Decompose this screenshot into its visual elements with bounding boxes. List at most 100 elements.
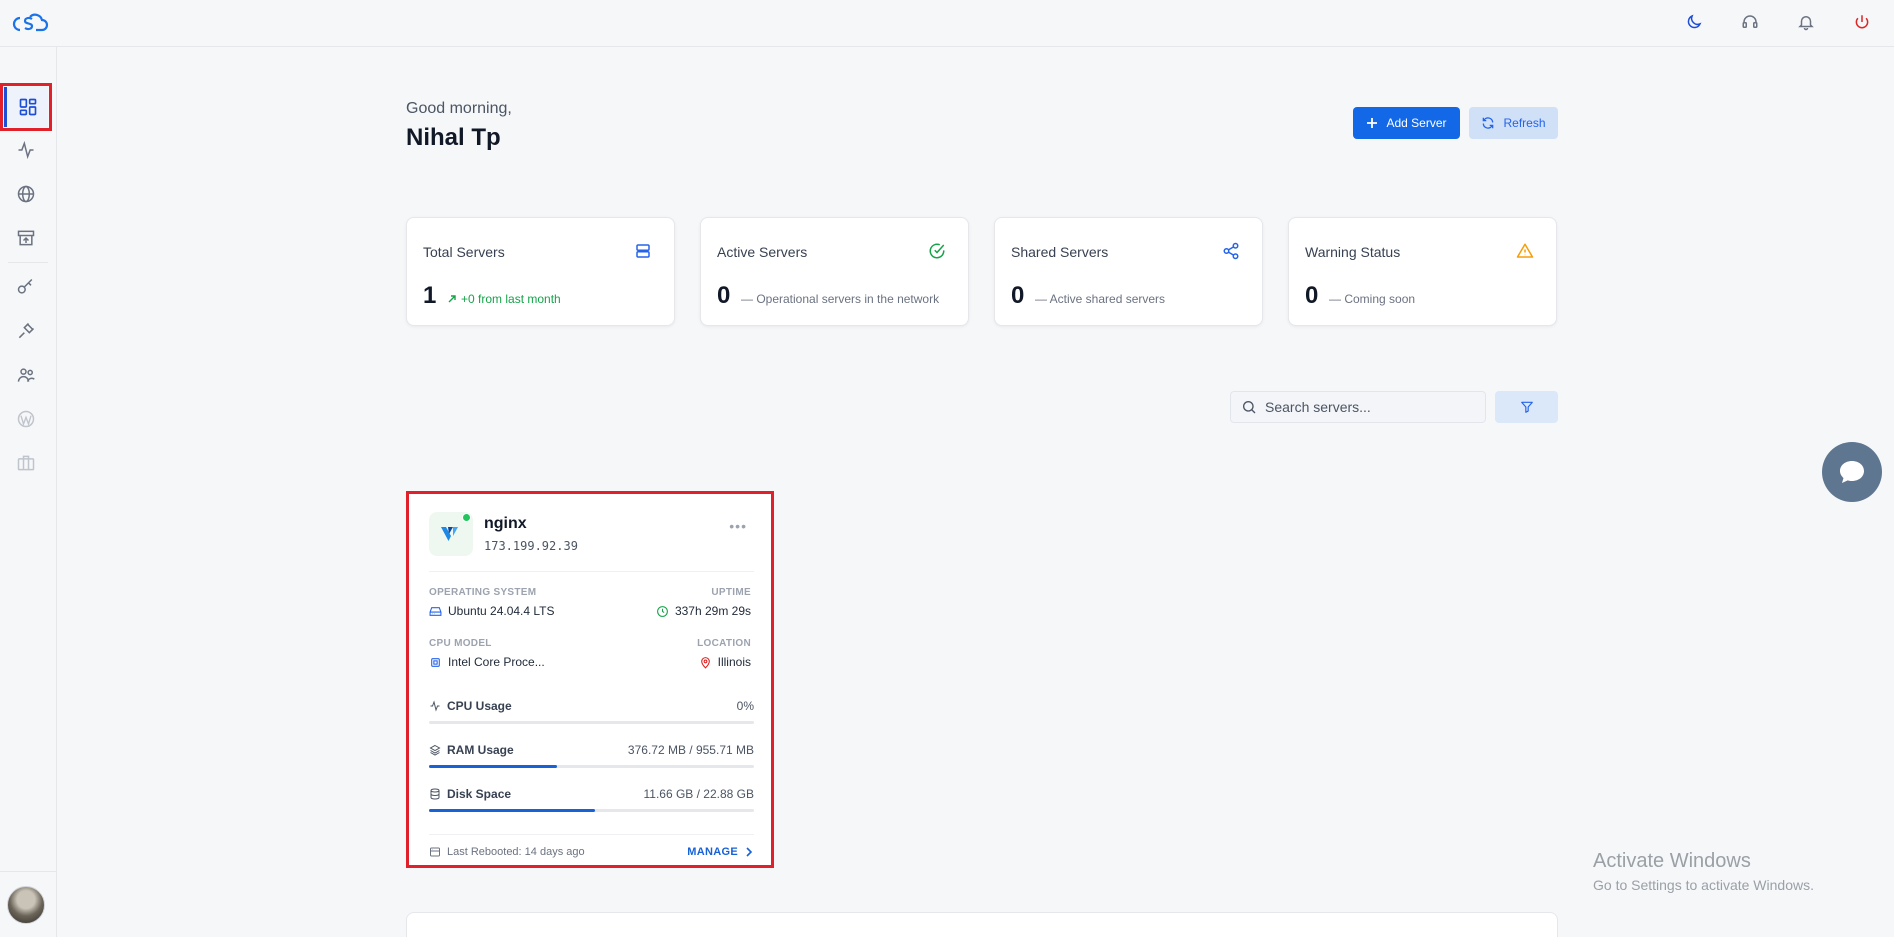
plus-icon xyxy=(1367,118,1378,128)
stat-title: Warning Status xyxy=(1305,244,1401,260)
dark-mode-moon-icon[interactable] xyxy=(1682,10,1706,34)
online-status-dot xyxy=(462,513,471,522)
os-value-text: Ubuntu 24.04.4 LTS xyxy=(448,604,555,618)
filter-button[interactable] xyxy=(1495,391,1558,423)
sidebar-item-monitoring[interactable] xyxy=(8,132,44,168)
sidebar-footer-divider xyxy=(0,871,57,872)
disk-space-label-text: Disk Space xyxy=(447,787,512,801)
server-reboot-icon xyxy=(430,847,440,857)
add-server-label: Add Server xyxy=(1386,116,1447,130)
sidebar-item-marketplace[interactable] xyxy=(8,445,44,481)
stat-value: 0 xyxy=(1011,282,1025,309)
stat-value: 0 xyxy=(717,282,731,309)
server-name: nginx xyxy=(484,515,527,532)
support-headset-icon[interactable] xyxy=(1738,10,1762,34)
vultr-logo-icon xyxy=(441,527,458,541)
top-bar xyxy=(0,0,1894,47)
briefcase-icon xyxy=(17,455,35,471)
stat-card-total-servers: Total Servers 1 +0 from last month xyxy=(406,217,675,326)
cpu-usage-label-text: CPU Usage xyxy=(447,699,512,713)
stat-note: — Operational servers in the network xyxy=(741,292,940,306)
watermark-line-1: Activate Windows xyxy=(1593,850,1751,872)
disk-space-bar xyxy=(429,809,754,812)
notifications-bell-icon[interactable] xyxy=(1794,10,1818,34)
archive-upload-icon xyxy=(17,230,35,246)
dashboard-grid-icon xyxy=(19,98,36,116)
server-card-footer: Last Rebooted: 14 days ago MANAGE xyxy=(429,846,754,858)
last-rebooted: Last Rebooted: 14 days ago xyxy=(429,846,585,858)
stat-card-shared-servers: Shared Servers 0 — Active shared servers xyxy=(994,217,1263,326)
disk-space-metric: Disk Space 11.66 GB / 22.88 GB xyxy=(429,787,754,812)
windows-activation-watermark: Activate Windows Go to Settings to activ… xyxy=(1593,850,1814,893)
ram-usage-label-text: RAM Usage xyxy=(447,743,514,757)
refresh-label: Refresh xyxy=(1503,116,1546,130)
sidebar-item-team[interactable] xyxy=(8,357,44,393)
sidebar-item-ssh-keys[interactable] xyxy=(8,269,44,305)
location-text: Illinois xyxy=(717,655,751,669)
last-rebooted-text: Last Rebooted: 14 days ago xyxy=(447,846,585,858)
location-value: Illinois xyxy=(699,655,751,669)
cpu-usage-metric: CPU Usage 0% xyxy=(429,699,754,724)
users-group-icon xyxy=(17,368,35,382)
filter-funnel-icon xyxy=(1520,401,1533,413)
uptime-value: 337h 29m 29s xyxy=(656,604,751,618)
key-icon xyxy=(17,278,33,294)
os-label: OPERATING SYSTEM xyxy=(429,587,537,598)
sidebar-item-domains[interactable] xyxy=(8,176,44,212)
clock-icon xyxy=(657,605,668,617)
greeting-name: Nihal Tp xyxy=(406,124,501,151)
check-circle-icon xyxy=(928,242,946,260)
ram-usage-label: RAM Usage xyxy=(429,743,514,757)
card-divider xyxy=(429,571,754,572)
layers-icon xyxy=(429,744,441,756)
sidebar-item-backups[interactable] xyxy=(8,220,44,256)
ram-usage-value: 376.72 MB / 955.71 MB xyxy=(627,743,754,757)
cpu-model-value: Intel Core Proce... xyxy=(429,655,545,669)
server-ip: 173.199.92.39 xyxy=(484,539,578,553)
location-label: LOCATION xyxy=(697,638,751,649)
uptime-value-text: 337h 29m 29s xyxy=(674,604,751,618)
chat-widget-button[interactable] xyxy=(1822,442,1882,502)
disk-space-fill xyxy=(429,809,595,812)
chevron-right-icon xyxy=(746,847,753,857)
disk-space-value: 11.66 GB / 22.88 GB xyxy=(643,787,754,801)
wordpress-icon xyxy=(17,410,35,428)
stat-card-active-servers: Active Servers 0 — Operational servers i… xyxy=(700,217,969,326)
add-server-button[interactable]: Add Server xyxy=(1353,107,1460,139)
hard-drive-icon xyxy=(429,606,442,616)
sidebar-divider xyxy=(8,262,48,263)
warning-triangle-icon xyxy=(1516,242,1534,260)
user-avatar[interactable] xyxy=(7,886,45,924)
logout-power-icon[interactable] xyxy=(1850,10,1874,34)
app-logo[interactable] xyxy=(10,10,50,36)
sidebar-item-dashboard[interactable] xyxy=(0,83,52,131)
cpu-model-text: Intel Core Proce... xyxy=(448,655,545,669)
ram-usage-fill xyxy=(429,765,558,768)
stat-title: Active Servers xyxy=(717,244,808,260)
server-stack-icon xyxy=(634,242,652,260)
stat-note: +0 from last month xyxy=(447,292,561,306)
activity-icon xyxy=(430,700,440,712)
cpu-usage-bar xyxy=(429,721,754,724)
search-input[interactable] xyxy=(1265,399,1465,415)
refresh-button[interactable]: Refresh xyxy=(1469,107,1558,139)
plug-icon xyxy=(18,322,35,339)
database-icon xyxy=(430,788,440,800)
trend-up-arrow-icon xyxy=(448,295,456,303)
sidebar-item-integrations[interactable] xyxy=(8,313,44,349)
globe-icon xyxy=(17,185,35,203)
cpu-model-label: CPU MODEL xyxy=(429,638,492,649)
activity-pulse-icon xyxy=(18,140,34,160)
manage-link[interactable]: MANAGE xyxy=(687,846,754,858)
sidebar-item-wordpress[interactable] xyxy=(8,401,44,437)
more-options-icon[interactable]: ••• xyxy=(729,518,747,534)
stat-title: Shared Servers xyxy=(1011,244,1109,260)
server-card[interactable]: nginx 173.199.92.39 ••• OPERATING SYSTEM… xyxy=(406,491,774,868)
greeting-subtitle: Good morning, xyxy=(406,100,512,117)
ram-usage-bar xyxy=(429,765,754,768)
stat-note: — Coming soon xyxy=(1329,292,1416,306)
stat-value: 0 xyxy=(1305,282,1319,309)
share-nodes-icon xyxy=(1222,242,1240,260)
stat-card-warning-status: Warning Status 0 — Coming soon xyxy=(1288,217,1557,326)
cpu-usage-value: 0% xyxy=(736,699,754,713)
